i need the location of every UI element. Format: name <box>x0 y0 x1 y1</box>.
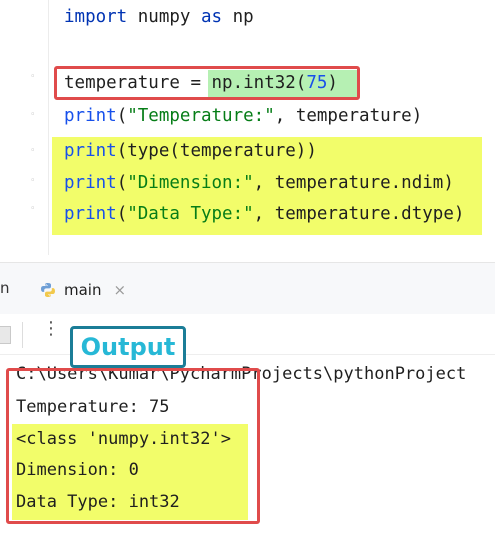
tab-partial[interactable]: n <box>0 279 10 297</box>
code-text: numpy <box>127 7 201 27</box>
code-text: , temperature.dtype) <box>253 204 465 224</box>
code-text: ( <box>116 204 128 224</box>
code-text: np <box>222 7 254 27</box>
code-text: , temperature.ndim) <box>253 173 454 193</box>
string-literal: "Data Type:" <box>127 204 254 224</box>
tab-label: main <box>64 281 102 299</box>
code-line-print-type[interactable]: print(type(temperature)) <box>64 139 317 163</box>
builtin-function: print <box>64 106 117 126</box>
builtin-function: print <box>64 141 117 161</box>
tab-main[interactable]: main × <box>40 272 126 308</box>
python-icon <box>40 282 56 298</box>
code-line-print-dtype[interactable]: print("Data Type:", temperature.dtype) <box>64 202 464 226</box>
gutter-divider <box>48 0 49 255</box>
code-text: , temperature) <box>274 106 423 126</box>
builtin-function: print <box>64 173 117 193</box>
keyword: import <box>64 7 128 27</box>
fold-marker-icon: ◦ <box>30 72 36 82</box>
fold-marker-icon: ◦ <box>30 204 36 214</box>
code-text: ( <box>116 173 128 193</box>
code-text: ( <box>116 106 128 126</box>
string-literal: "Temperature:" <box>127 106 275 126</box>
fold-marker-icon: ◦ <box>30 146 36 156</box>
keyword: as <box>200 7 223 27</box>
annotation-box-output <box>6 368 260 524</box>
fold-marker-icon: ◦ <box>30 176 36 186</box>
builtin-function: print <box>64 204 117 224</box>
toolbar-separator <box>22 322 23 348</box>
annotation-box-assignment <box>54 66 360 100</box>
fold-marker-icon: ◦ <box>30 110 36 120</box>
close-icon[interactable]: × <box>113 281 126 299</box>
code-line-import[interactable]: import numpy as np <box>64 5 254 29</box>
output-label-badge: Output <box>70 326 186 368</box>
string-literal: "Dimension:" <box>127 173 254 193</box>
more-options-icon[interactable]: ⋮ <box>42 318 60 339</box>
stop-icon[interactable] <box>0 326 11 344</box>
code-line-print-temperature[interactable]: print("Temperature:", temperature) <box>64 104 422 128</box>
code-text: (type(temperature)) <box>116 141 317 161</box>
output-label: Output <box>80 333 176 361</box>
code-line-print-dimension[interactable]: print("Dimension:", temperature.ndim) <box>64 171 454 195</box>
editor-gutter <box>0 0 48 255</box>
